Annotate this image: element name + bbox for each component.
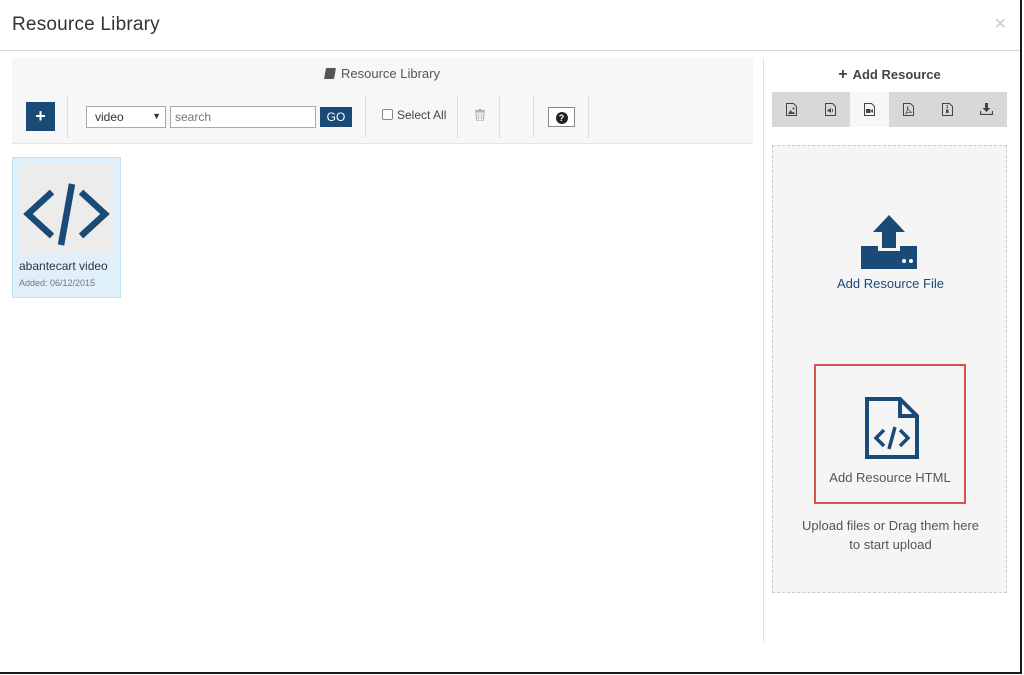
resource-library-modal: Resource Library × Resource Library + vi… [0, 0, 1022, 674]
resource-type-select[interactable]: video ▼ [86, 106, 166, 128]
add-resource-button[interactable]: + [26, 102, 55, 131]
archive-icon [942, 103, 953, 116]
toolbar-divider [457, 96, 458, 138]
library-title: Resource Library [12, 66, 753, 81]
upload-hint-line: Upload files or Drag them here [801, 518, 980, 533]
tab-pdf[interactable] [889, 92, 928, 127]
video-icon [864, 103, 875, 116]
close-icon[interactable]: × [994, 14, 1006, 34]
upload-hint: Upload files or Drag them here to start … [773, 516, 1008, 554]
code-icon [23, 183, 110, 246]
add-resource-file-link[interactable]: Add Resource File [773, 276, 1008, 291]
tab-download[interactable] [967, 92, 1006, 127]
book-icon [324, 68, 336, 79]
html-file-icon [865, 397, 919, 459]
toolbar-divider [499, 96, 500, 138]
tab-archive[interactable] [928, 92, 967, 127]
add-resource-title: + Add Resource [772, 58, 1007, 92]
library-title-label: Resource Library [341, 66, 440, 81]
search-input[interactable] [170, 106, 316, 128]
panel-divider [763, 58, 764, 642]
resource-type-tabs [772, 92, 1007, 127]
resource-card[interactable]: abantecart video Added: 06/12/2015 [12, 157, 121, 298]
select-all-checkbox[interactable]: Select All [382, 108, 446, 122]
toolbar-divider [67, 96, 68, 138]
resource-name: abantecart video [19, 259, 108, 273]
resource-thumbnail [19, 164, 114, 254]
download-icon [979, 103, 994, 116]
add-resource-html-button[interactable]: Add Resource HTML [814, 364, 966, 504]
add-resource-html-label: Add Resource HTML [829, 470, 951, 485]
add-resource-title-label: Add Resource [852, 67, 941, 82]
upload-icon[interactable] [859, 213, 919, 271]
checkbox-icon[interactable] [382, 109, 393, 120]
chevron-down-icon: ▼ [152, 111, 161, 121]
upload-drop-zone[interactable]: Add Resource File Add Resource HTML Uplo… [772, 145, 1007, 593]
trash-icon[interactable] [475, 109, 485, 121]
toolbar-divider [533, 96, 534, 138]
toolbar-divider [588, 96, 589, 138]
pdf-icon [903, 103, 914, 116]
toolbar-divider [365, 96, 366, 138]
help-button[interactable]: ? [548, 107, 575, 127]
tab-audio[interactable] [811, 92, 850, 127]
upload-hint-line: to start upload [849, 537, 932, 552]
audio-icon [825, 103, 836, 116]
select-all-label: Select All [397, 108, 447, 122]
modal-header: Resource Library × [0, 0, 1020, 51]
image-icon [786, 103, 797, 116]
resource-added-date: Added: 06/12/2015 [19, 278, 96, 288]
question-icon: ? [555, 112, 568, 124]
go-button[interactable]: GO [320, 107, 352, 127]
library-toolbar: Resource Library + video ▼ GO Select All… [12, 58, 753, 144]
plus-icon: + [838, 66, 848, 83]
resource-type-value: video [95, 110, 124, 124]
tab-video[interactable] [850, 92, 889, 127]
tab-image[interactable] [772, 92, 811, 127]
modal-title: Resource Library [12, 14, 160, 35]
